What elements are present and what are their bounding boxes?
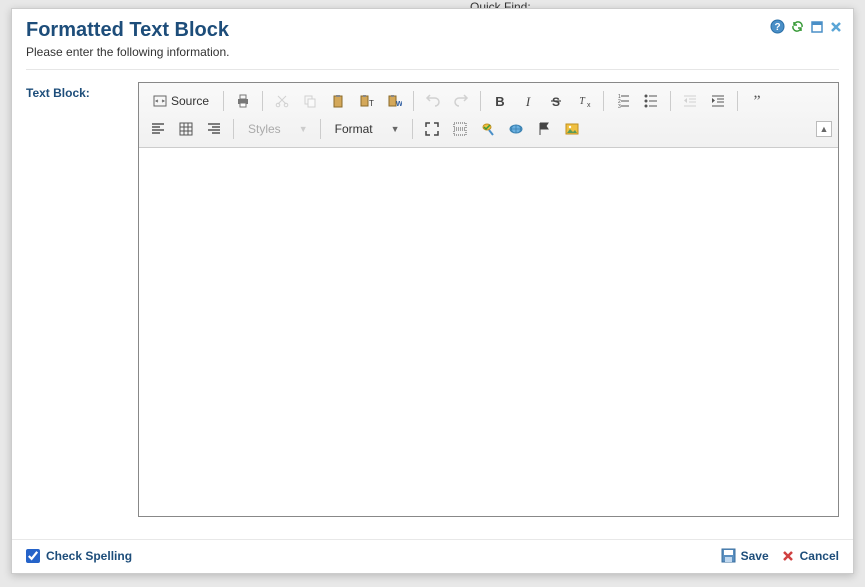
caret-down-icon: ▼ bbox=[391, 124, 400, 134]
cancel-icon bbox=[781, 549, 795, 563]
redo-button[interactable] bbox=[448, 88, 474, 114]
strikethrough-button[interactable]: S bbox=[543, 88, 569, 114]
svg-text:”: ” bbox=[753, 93, 760, 109]
collapse-toolbar-button[interactable]: ▲ bbox=[816, 121, 832, 137]
caret-down-icon: ▼ bbox=[299, 124, 308, 134]
svg-text:W: W bbox=[396, 101, 402, 108]
save-button[interactable]: Save bbox=[721, 548, 769, 563]
styles-dropdown[interactable]: Styles ▼ bbox=[240, 116, 314, 142]
separator bbox=[262, 91, 263, 111]
svg-text:x: x bbox=[587, 102, 591, 109]
svg-text:3: 3 bbox=[618, 104, 621, 109]
cancel-button[interactable]: Cancel bbox=[781, 549, 839, 563]
outdent-button[interactable] bbox=[677, 88, 703, 114]
bullet-list-button[interactable] bbox=[638, 88, 664, 114]
svg-text:B: B bbox=[495, 94, 504, 109]
image-button[interactable] bbox=[559, 116, 585, 142]
dialog-subtitle: Please enter the following information. bbox=[26, 45, 839, 59]
align-right-button[interactable] bbox=[201, 116, 227, 142]
separator bbox=[413, 91, 414, 111]
indent-button[interactable] bbox=[705, 88, 731, 114]
separator bbox=[233, 119, 234, 139]
maximize-icon[interactable] bbox=[810, 20, 824, 34]
help-icon[interactable]: ? bbox=[770, 19, 785, 34]
header-actions: ? bbox=[770, 19, 843, 34]
dialog-title: Formatted Text Block bbox=[26, 19, 839, 42]
dialog-header: Formatted Text Block Please enter the fo… bbox=[12, 9, 853, 65]
check-spelling-option[interactable]: Check Spelling bbox=[26, 549, 132, 563]
svg-text:I: I bbox=[525, 94, 531, 109]
numbered-list-button[interactable]: 123 bbox=[610, 88, 636, 114]
paste-word-button[interactable]: W bbox=[381, 88, 407, 114]
remove-format-button[interactable]: Tx bbox=[571, 88, 597, 114]
paste-button[interactable] bbox=[325, 88, 351, 114]
blockquote-button[interactable]: ” bbox=[744, 88, 770, 114]
dialog-body: Text Block: Source T bbox=[12, 70, 853, 529]
source-icon bbox=[153, 94, 167, 108]
close-icon[interactable] bbox=[829, 20, 843, 34]
separator bbox=[412, 119, 413, 139]
editor-content-area[interactable] bbox=[139, 148, 838, 516]
format-dropdown[interactable]: Format ▼ bbox=[327, 116, 406, 142]
svg-text:T: T bbox=[369, 99, 374, 108]
separator bbox=[480, 91, 481, 111]
styles-dropdown-label: Styles bbox=[248, 122, 281, 136]
link-button[interactable] bbox=[503, 116, 529, 142]
dialog-footer: Check Spelling Save Cancel bbox=[12, 539, 853, 573]
rich-text-editor: Source T W B bbox=[138, 82, 839, 517]
separator bbox=[737, 91, 738, 111]
save-button-label: Save bbox=[741, 549, 769, 563]
formatted-text-block-dialog: Formatted Text Block Please enter the fo… bbox=[11, 8, 854, 574]
print-button[interactable] bbox=[230, 88, 256, 114]
svg-text:?: ? bbox=[774, 22, 780, 33]
cut-button[interactable] bbox=[269, 88, 295, 114]
editor-column: Source T W B bbox=[138, 82, 839, 517]
flag-button[interactable] bbox=[531, 116, 557, 142]
bold-button[interactable]: B bbox=[487, 88, 513, 114]
spellcheck-button[interactable] bbox=[475, 116, 501, 142]
show-blocks-button[interactable] bbox=[447, 116, 473, 142]
format-dropdown-label: Format bbox=[335, 122, 373, 136]
separator bbox=[223, 91, 224, 111]
editor-toolbar: Source T W B bbox=[139, 83, 838, 148]
text-block-label: Text Block: bbox=[26, 82, 124, 517]
undo-button[interactable] bbox=[420, 88, 446, 114]
separator bbox=[603, 91, 604, 111]
cancel-button-label: Cancel bbox=[800, 549, 839, 563]
check-spelling-label: Check Spelling bbox=[46, 549, 132, 563]
save-icon bbox=[721, 548, 736, 563]
table-button[interactable] bbox=[173, 116, 199, 142]
svg-text:T: T bbox=[579, 96, 586, 107]
maximize-editor-button[interactable] bbox=[419, 116, 445, 142]
refresh-icon[interactable] bbox=[790, 19, 805, 34]
paste-text-button[interactable]: T bbox=[353, 88, 379, 114]
svg-text:S: S bbox=[552, 95, 560, 109]
italic-button[interactable]: I bbox=[515, 88, 541, 114]
check-spelling-checkbox[interactable] bbox=[26, 549, 40, 563]
footer-actions: Save Cancel bbox=[721, 548, 839, 563]
separator bbox=[320, 119, 321, 139]
source-button[interactable]: Source bbox=[145, 88, 217, 114]
toolbar-row-1: Source T W B bbox=[145, 87, 832, 115]
separator bbox=[670, 91, 671, 111]
toolbar-row-2: Styles ▼ Format ▼ ▲ bbox=[145, 115, 832, 143]
align-left-button[interactable] bbox=[145, 116, 171, 142]
copy-button[interactable] bbox=[297, 88, 323, 114]
source-button-label: Source bbox=[171, 94, 209, 108]
